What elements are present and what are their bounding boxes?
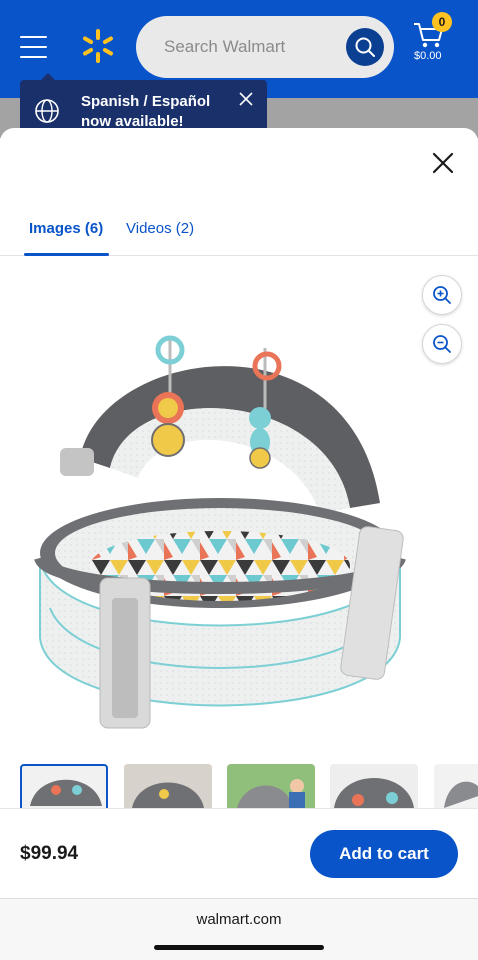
language-message: Spanish / Español now available! <box>81 93 211 130</box>
walmart-spark-logo[interactable] <box>80 28 116 64</box>
thumbnail-1[interactable] <box>20 764 108 808</box>
active-tab-indicator <box>24 253 109 256</box>
purchase-footer: $99.94 Add to cart <box>0 808 478 898</box>
home-indicator[interactable] <box>154 945 324 950</box>
zoom-out-icon <box>433 335 451 353</box>
media-tabs: Images (6) Videos (2) <box>0 206 478 256</box>
search-input[interactable]: Search Walmart <box>136 16 394 78</box>
browser-address-bar[interactable]: walmart.com <box>0 898 478 960</box>
browser-domain[interactable]: walmart.com <box>0 911 478 928</box>
image-viewer-sheet: Images (6) Videos (2) $99.94 Add to cart… <box>0 128 478 960</box>
cart-count-badge: 0 <box>432 12 452 32</box>
add-to-cart-button[interactable]: Add to cart <box>310 830 458 878</box>
thumbnail-2[interactable] <box>124 764 212 808</box>
product-price: $99.94 <box>20 843 79 864</box>
search-button[interactable] <box>346 28 384 66</box>
product-image[interactable] <box>20 308 420 748</box>
zoom-in-icon <box>433 286 451 304</box>
search-placeholder: Search Walmart <box>164 37 286 56</box>
close-icon[interactable] <box>239 92 253 106</box>
thumbnail-strip <box>0 764 478 808</box>
language-tooltip[interactable]: Spanish / Español now available! <box>20 73 267 132</box>
thumbnail-4[interactable] <box>330 764 418 808</box>
thumbnail-5[interactable] <box>434 764 478 808</box>
tab-videos[interactable]: Videos (2) <box>126 220 194 237</box>
zoom-in-button[interactable] <box>422 275 462 315</box>
tab-images[interactable]: Images (6) <box>29 220 103 237</box>
thumbnail-3[interactable] <box>227 764 315 808</box>
globe-icon <box>35 99 59 123</box>
close-icon[interactable] <box>432 152 454 174</box>
cart-total: $0.00 <box>414 50 442 62</box>
zoom-out-button[interactable] <box>422 324 462 364</box>
cart-button[interactable]: 0 $0.00 <box>410 12 460 72</box>
search-icon <box>355 37 375 57</box>
menu-icon[interactable] <box>20 36 47 58</box>
